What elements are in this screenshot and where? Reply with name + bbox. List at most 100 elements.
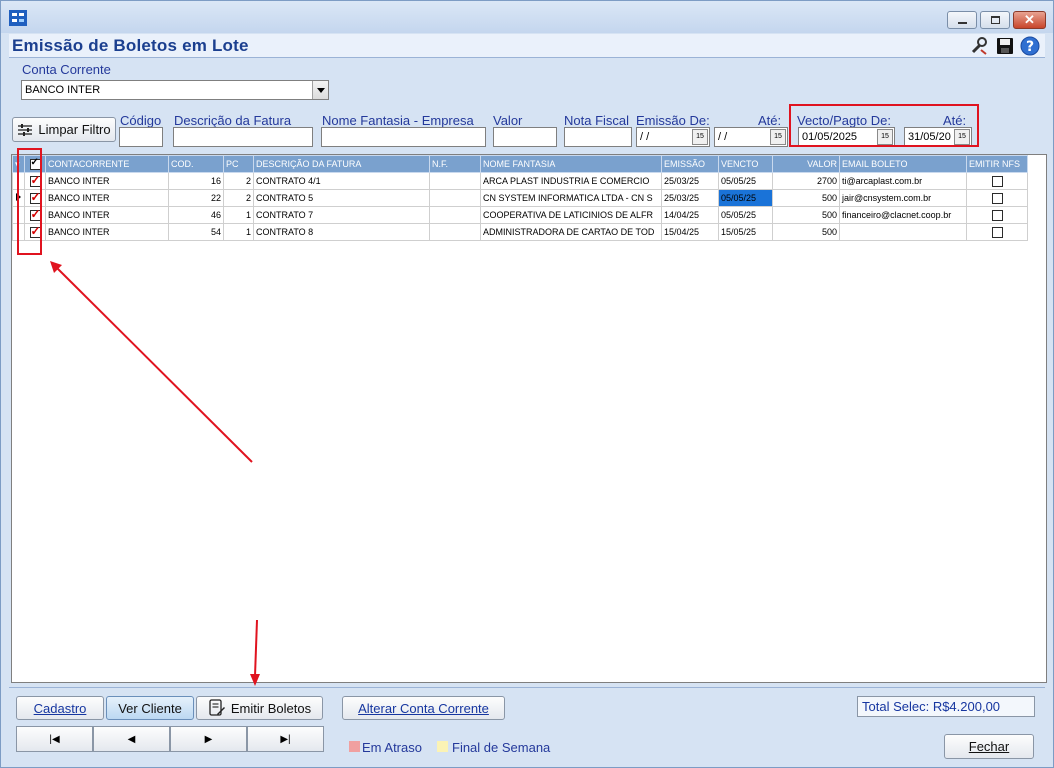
col-header-pc[interactable]: PC bbox=[223, 155, 254, 173]
cell-nome[interactable]: ADMINISTRADORA DE CARTAO DE TOD bbox=[480, 223, 662, 241]
col-header-email[interactable]: EMAIL BOLETO bbox=[839, 155, 967, 173]
ver-cliente-button[interactable]: Ver Cliente bbox=[106, 696, 194, 720]
cell-valor[interactable]: 500 bbox=[772, 206, 840, 224]
row-select-cell[interactable] bbox=[24, 206, 46, 224]
col-header-cod[interactable]: COD. bbox=[168, 155, 224, 173]
col-header-emitir-nfs[interactable]: EMITIR NFS bbox=[966, 155, 1028, 173]
cell-valor[interactable]: 500 bbox=[772, 223, 840, 241]
table-row[interactable]: BANCO INTER 46 1 CONTRATO 7 COOPERATIVA … bbox=[12, 206, 1028, 224]
cell-descricao[interactable]: CONTRATO 5 bbox=[253, 189, 430, 207]
table-row[interactable]: BANCO INTER 54 1 CONTRATO 8 ADMINISTRADO… bbox=[12, 223, 1028, 241]
cell-cod[interactable]: 22 bbox=[168, 189, 224, 207]
calendar-icon[interactable]: 15 bbox=[770, 129, 786, 145]
dropdown-button[interactable] bbox=[312, 81, 328, 99]
cell-nome[interactable]: COOPERATIVA DE LATICINIOS DE ALFR bbox=[480, 206, 662, 224]
row-select-cell[interactable] bbox=[24, 189, 46, 207]
codigo-input[interactable] bbox=[119, 127, 163, 147]
vecto-ate-input[interactable]: 31/05/20 15 bbox=[904, 127, 972, 147]
row-select-cell[interactable] bbox=[24, 172, 46, 190]
cell-vencto[interactable]: 15/05/25 bbox=[718, 223, 773, 241]
cell-conta[interactable]: BANCO INTER bbox=[45, 223, 169, 241]
maximize-button[interactable] bbox=[980, 11, 1010, 29]
row-select-checkbox[interactable] bbox=[29, 174, 41, 187]
emissao-ate-input[interactable]: / / 15 bbox=[714, 127, 788, 147]
cell-email[interactable]: ti@arcaplast.com.br bbox=[839, 172, 967, 190]
col-header-contacorrente[interactable]: CONTACORRENTE bbox=[45, 155, 169, 173]
tools-icon[interactable] bbox=[969, 36, 989, 56]
next-record-button[interactable]: ▶ bbox=[170, 726, 247, 752]
cell-nf[interactable] bbox=[429, 223, 481, 241]
cell-emissao[interactable]: 25/03/25 bbox=[661, 172, 719, 190]
valor-input[interactable] bbox=[493, 127, 557, 147]
table-row[interactable]: BANCO INTER 16 2 CONTRATO 4/1 ARCA PLAST… bbox=[12, 172, 1028, 190]
conta-corrente-select[interactable]: BANCO INTER bbox=[21, 80, 329, 100]
col-header-vencto[interactable]: VENCTO bbox=[718, 155, 773, 173]
nome-fantasia-input[interactable] bbox=[321, 127, 486, 147]
alterar-conta-button[interactable]: Alterar Conta Corrente bbox=[342, 696, 505, 720]
last-record-button[interactable]: ▶| bbox=[247, 726, 324, 752]
cell-emitir-nfs[interactable] bbox=[966, 189, 1028, 207]
table-row[interactable]: BANCO INTER 22 2 CONTRATO 5 CN SYSTEM IN… bbox=[12, 189, 1028, 207]
minimize-button[interactable] bbox=[947, 11, 977, 29]
close-button[interactable]: ✕ bbox=[1013, 11, 1046, 29]
descricao-input[interactable] bbox=[173, 127, 313, 147]
select-all-checkbox[interactable] bbox=[29, 157, 41, 170]
col-header-nf[interactable]: N.F. bbox=[429, 155, 481, 173]
cell-email[interactable] bbox=[839, 223, 967, 241]
limpar-filtro-button[interactable]: Limpar Filtro bbox=[12, 117, 116, 142]
cell-vencto-selected[interactable]: 05/05/25 bbox=[718, 189, 773, 207]
emitir-nfs-checkbox[interactable] bbox=[991, 209, 1003, 221]
cell-emitir-nfs[interactable] bbox=[966, 172, 1028, 190]
cell-pc[interactable]: 2 bbox=[223, 189, 254, 207]
emitir-nfs-checkbox[interactable] bbox=[991, 175, 1003, 187]
cell-valor[interactable]: 2700 bbox=[772, 172, 840, 190]
cell-nome[interactable]: ARCA PLAST INDUSTRIA E COMERCIO bbox=[480, 172, 662, 190]
cell-vencto[interactable]: 05/05/25 bbox=[718, 206, 773, 224]
calendar-icon[interactable]: 15 bbox=[877, 129, 893, 145]
save-icon[interactable] bbox=[995, 36, 1015, 56]
cell-vencto[interactable]: 05/05/25 bbox=[718, 172, 773, 190]
cell-email[interactable]: financeiro@clacnet.coop.br bbox=[839, 206, 967, 224]
cell-descricao[interactable]: CONTRATO 4/1 bbox=[253, 172, 430, 190]
emissao-de-input[interactable]: / / 15 bbox=[636, 127, 710, 147]
row-select-checkbox[interactable] bbox=[29, 225, 41, 238]
cell-pc[interactable]: 1 bbox=[223, 206, 254, 224]
emitir-nfs-checkbox[interactable] bbox=[991, 192, 1003, 204]
calendar-icon[interactable]: 15 bbox=[954, 129, 970, 145]
cell-emitir-nfs[interactable] bbox=[966, 223, 1028, 241]
cell-nf[interactable] bbox=[429, 206, 481, 224]
select-all-cell[interactable] bbox=[24, 155, 46, 173]
col-header-descricao[interactable]: DESCRIÇÃO DA FATURA bbox=[253, 155, 430, 173]
cell-conta[interactable]: BANCO INTER bbox=[45, 172, 169, 190]
cell-nf[interactable] bbox=[429, 189, 481, 207]
cell-conta[interactable]: BANCO INTER bbox=[45, 189, 169, 207]
vecto-de-input[interactable]: 01/05/2025 15 bbox=[798, 127, 895, 147]
cell-emissao[interactable]: 15/04/25 bbox=[661, 223, 719, 241]
cell-emissao[interactable]: 14/04/25 bbox=[661, 206, 719, 224]
col-header-valor[interactable]: VALOR bbox=[772, 155, 840, 173]
calendar-icon[interactable]: 15 bbox=[692, 129, 708, 145]
cell-conta[interactable]: BANCO INTER bbox=[45, 206, 169, 224]
row-select-checkbox[interactable] bbox=[29, 208, 41, 221]
cell-cod[interactable]: 46 bbox=[168, 206, 224, 224]
cell-pc[interactable]: 1 bbox=[223, 223, 254, 241]
col-header-emissao[interactable]: EMISSÃO bbox=[661, 155, 719, 173]
row-select-checkbox[interactable] bbox=[29, 191, 41, 204]
cell-cod[interactable]: 54 bbox=[168, 223, 224, 241]
first-record-button[interactable]: |◀ bbox=[16, 726, 93, 752]
cadastro-button[interactable]: Cadastro bbox=[16, 696, 104, 720]
col-header-nome-fantasia[interactable]: NOME FANTASIA bbox=[480, 155, 662, 173]
cell-pc[interactable]: 2 bbox=[223, 172, 254, 190]
cell-descricao[interactable]: CONTRATO 8 bbox=[253, 223, 430, 241]
cell-cod[interactable]: 16 bbox=[168, 172, 224, 190]
emitir-nfs-checkbox[interactable] bbox=[991, 226, 1003, 238]
invoice-grid[interactable]: ▾ CONTACORRENTE COD. PC DESCRIÇÃO DA FAT… bbox=[11, 154, 1047, 683]
nota-fiscal-input[interactable] bbox=[564, 127, 632, 147]
cell-valor[interactable]: 500 bbox=[772, 189, 840, 207]
cell-email[interactable]: jair@cnsystem.com.br bbox=[839, 189, 967, 207]
cell-nome[interactable]: CN SYSTEM INFORMATICA LTDA - CN S bbox=[480, 189, 662, 207]
cell-descricao[interactable]: CONTRATO 7 bbox=[253, 206, 430, 224]
cell-emitir-nfs[interactable] bbox=[966, 206, 1028, 224]
emitir-boletos-button[interactable]: Emitir Boletos bbox=[196, 696, 323, 720]
help-icon[interactable]: ? bbox=[1020, 36, 1040, 56]
